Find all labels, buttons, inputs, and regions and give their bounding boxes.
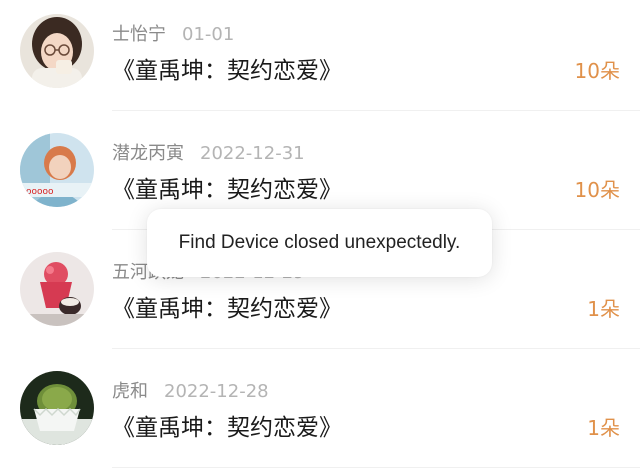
date: 2022-12-31 xyxy=(200,143,305,164)
avatar[interactable] xyxy=(20,14,94,88)
divider xyxy=(112,467,640,468)
date: 01-01 xyxy=(182,24,235,45)
gift-title: 《童禹坤：契约恋爱》 xyxy=(112,58,342,84)
flower-count: 1朵 xyxy=(587,416,620,440)
name-line: 士怡宁 01-01 xyxy=(112,23,234,47)
list-item[interactable]: 士怡宁 01-01 《童禹坤：契约恋爱》 10朵 xyxy=(0,0,640,111)
toast-message: Find Device closed unexpectedly. xyxy=(147,209,492,277)
gift-title: 《童禹坤：契约恋爱》 xyxy=(112,296,342,322)
gift-title: 《童禹坤：契约恋爱》 xyxy=(112,177,342,203)
avatar[interactable] xyxy=(20,252,94,326)
flower-count: 10朵 xyxy=(574,59,620,83)
name-line: 潜龙丙寅 2022-12-31 xyxy=(112,142,305,166)
flower-count: 10朵 xyxy=(574,178,620,202)
gift-title: 《童禹坤：契约恋爱》 xyxy=(112,415,342,441)
name-line: 虎和 2022-12-28 xyxy=(112,380,269,404)
user-name[interactable]: 虎和 xyxy=(112,381,148,402)
user-name[interactable]: 潜龙丙寅 xyxy=(112,143,184,164)
flower-count: 1朵 xyxy=(587,297,620,321)
avatar[interactable] xyxy=(20,371,94,445)
avatar[interactable]: ooooo xyxy=(20,133,94,207)
user-name[interactable]: 士怡宁 xyxy=(112,24,166,45)
svg-text:ooooo: ooooo xyxy=(26,187,54,197)
date: 2022-12-28 xyxy=(164,381,269,402)
list-item[interactable]: 虎和 2022-12-28 《童禹坤：契约恋爱》 1朵 xyxy=(0,349,640,468)
